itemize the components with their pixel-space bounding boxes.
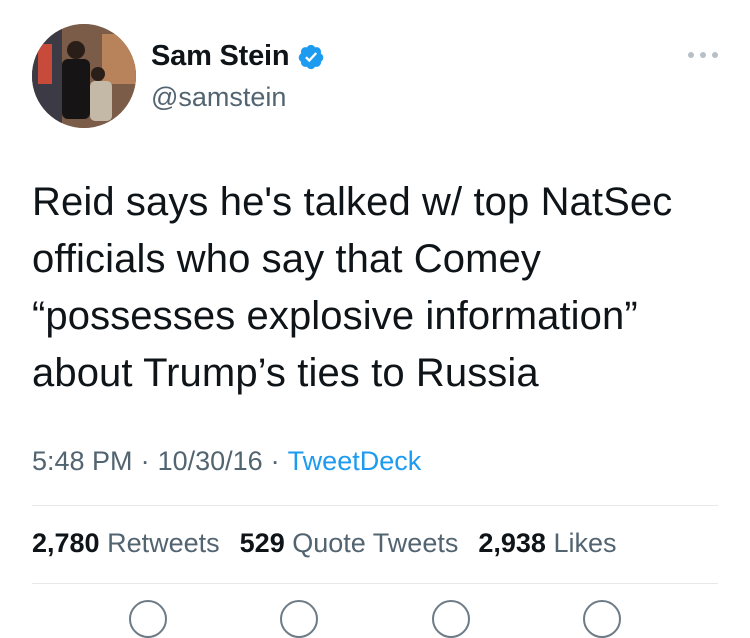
more-dot [700,52,706,58]
tweet-date[interactable]: 10/30/16 [158,446,263,477]
retweets-label: Retweets [107,528,220,558]
avatar-image [32,24,136,128]
more-dot [688,52,694,58]
divider [32,583,718,584]
engagement-stats: 2,780 Retweets 529 Quote Tweets 2,938 Li… [32,528,616,559]
author-name-row: Sam Stein [151,40,325,73]
more-dot [712,52,718,58]
quote-tweets-label: Quote Tweets [292,528,459,558]
meta-separator: · [270,446,280,476]
verified-badge-icon [299,44,324,69]
retweets-count: 2,780 [32,528,100,558]
tweet-text: Reid says he's talked w/ top NatSec offi… [32,180,673,395]
likes-label: Likes [553,528,617,558]
tweet-time[interactable]: 5:48 PM [32,446,133,477]
retweets-stat[interactable]: 2,780 Retweets [32,528,220,559]
tweet-source-link[interactable]: TweetDeck [288,446,422,477]
author-display-name[interactable]: Sam Stein [151,40,290,73]
like-icon[interactable] [431,600,470,638]
more-options-icon[interactable] [688,52,718,58]
reply-icon[interactable] [128,600,167,638]
likes-stat[interactable]: 2,938 Likes [478,528,616,559]
retweet-icon[interactable] [280,600,319,638]
quote-tweets-count: 529 [239,528,285,558]
quote-tweets-stat[interactable]: 529 Quote Tweets [240,528,459,559]
tweet-meta: 5:48 PM · 10/30/16 · TweetDeck [32,446,421,477]
avatar[interactable] [32,24,136,128]
author-handle[interactable]: @samstein [151,82,286,113]
likes-count: 2,938 [478,528,546,558]
divider [32,505,718,506]
tweet-actions [32,600,718,638]
share-icon[interactable] [583,600,622,638]
meta-separator: · [140,446,150,476]
